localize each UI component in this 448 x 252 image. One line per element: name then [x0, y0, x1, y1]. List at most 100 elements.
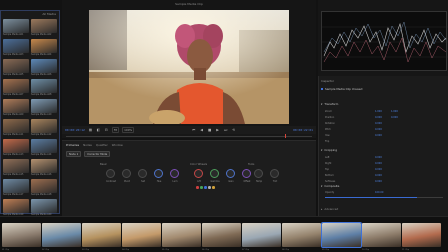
- filmstrip-thumb[interactable]: 10 Clip: [362, 223, 401, 251]
- waveform-graphic: [322, 21, 448, 63]
- media-clip[interactable]: Sample Media A20: [31, 199, 57, 217]
- inspector-row-value[interactable]: 0.000: [375, 168, 382, 171]
- mode-dropdown[interactable]: Corrector Mode: [84, 151, 111, 158]
- scrubber[interactable]: [62, 134, 316, 138]
- fit-dropdown[interactable]: Fit: [111, 127, 120, 133]
- waveform-scope[interactable]: [321, 11, 448, 71]
- color-tab[interactable]: Qualifier: [96, 143, 108, 147]
- adjust-knob[interactable]: [138, 169, 147, 178]
- media-clip[interactable]: Sample Media A01: [3, 19, 29, 37]
- color-tab[interactable]: Window: [112, 143, 123, 147]
- section-cropping[interactable]: ▾ Cropping: [321, 148, 337, 152]
- filmstrip-thumb[interactable]: 07 Clip: [242, 223, 281, 251]
- filmstrip-thumb[interactable]: 11 Clip: [402, 223, 441, 251]
- loop-icon[interactable]: ⟲: [231, 128, 236, 133]
- media-clip[interactable]: Sample Media A06: [31, 59, 57, 77]
- opacity-value[interactable]: 100.00: [375, 191, 383, 194]
- inspector-row-value[interactable]: 0.000: [375, 180, 382, 183]
- section-composite[interactable]: ▾ Composite: [321, 184, 339, 188]
- skip-forward-icon[interactable]: ⏭: [223, 128, 228, 133]
- playhead[interactable]: [285, 134, 286, 138]
- adjust-knob[interactable]: [170, 169, 179, 178]
- timecode-left[interactable]: 00:00:20:12: [65, 128, 85, 132]
- media-clip[interactable]: Sample Media A04: [31, 39, 57, 57]
- media-clip-name: Sample Media A15: [3, 173, 24, 176]
- filmstrip-thumb-name: 11 Clip: [402, 249, 409, 251]
- filmstrip-thumb[interactable]: 02 Clip: [42, 223, 81, 251]
- inspector-row-value[interactable]: 0.000: [375, 128, 382, 131]
- inspector-row-value-2[interactable]: 0.000: [391, 116, 398, 119]
- media-clip[interactable]: Sample Media A09: [3, 99, 29, 117]
- adjust-knob[interactable]: [270, 169, 279, 178]
- grid-icon[interactable]: ▦: [88, 128, 93, 133]
- media-clip[interactable]: Sample Media A14: [31, 139, 57, 157]
- filmstrip-thumb[interactable]: 05 Clip: [162, 223, 201, 251]
- color-tab[interactable]: Primaries: [66, 143, 79, 147]
- inspector-row-label: Bottom: [325, 173, 334, 177]
- inspector-row-label: Flip: [325, 139, 330, 143]
- media-clip[interactable]: Sample Media A02: [31, 19, 57, 37]
- filmstrip-thumb[interactable]: 09 Clip: [321, 222, 362, 251]
- color-tab[interactable]: Nodes: [83, 143, 92, 147]
- opacity-slider[interactable]: [325, 197, 443, 198]
- inspector-row-value[interactable]: 0.000: [375, 156, 382, 159]
- timecode-right[interactable]: 00:00:22:01: [293, 128, 313, 132]
- media-clip[interactable]: Sample Media A07: [3, 79, 29, 97]
- node-dropdown[interactable]: Node 1: [66, 151, 82, 158]
- zoom-dropdown[interactable]: 100%: [122, 127, 135, 133]
- media-clip[interactable]: Sample Media A19: [3, 199, 29, 217]
- inspector-header: Inspector: [321, 79, 335, 83]
- inspector-row-value[interactable]: 1.000: [375, 110, 382, 113]
- filmstrip-thumb[interactable]: 01 Clip: [2, 223, 41, 251]
- media-clip[interactable]: Sample Media A16: [31, 159, 57, 177]
- inspector-row-value[interactable]: 0.000: [375, 134, 382, 137]
- inspector-row: Yaw 0.000: [325, 133, 443, 137]
- inspector-row-value[interactable]: 0.000: [375, 174, 382, 177]
- media-clip[interactable]: Sample Media A03: [3, 39, 29, 57]
- section-advanced[interactable]: ▸ Advanced: [321, 207, 338, 211]
- adjust-knob[interactable]: [242, 169, 251, 178]
- inspector-row-value[interactable]: 0.000: [375, 122, 382, 125]
- yellow-swatch[interactable]: [212, 186, 215, 189]
- viewer-frame[interactable]: [89, 10, 289, 124]
- adjust-knob[interactable]: [226, 169, 235, 178]
- media-clip[interactable]: Sample Media A08: [31, 79, 57, 97]
- skip-back-icon[interactable]: ⏮: [191, 128, 196, 133]
- filmstrip-thumb[interactable]: 06 Clip: [202, 223, 241, 251]
- filmstrip-thumb[interactable]: 08 Clip: [282, 223, 321, 251]
- adjust-knob[interactable]: [254, 169, 263, 178]
- step-back-icon[interactable]: ◀: [199, 128, 204, 133]
- media-clip[interactable]: Sample Media A05: [3, 59, 29, 77]
- media-clip[interactable]: Sample Media A17: [3, 179, 29, 197]
- inspector-row-value[interactable]: 0.000: [375, 162, 382, 165]
- green-swatch[interactable]: [200, 186, 203, 189]
- filmstrip-thumbs: 01 Clip 02 Clip 03 Clip 04 Clip 05 Clip 06 Cl…: [2, 222, 441, 251]
- stop-icon[interactable]: ■: [207, 128, 212, 133]
- media-clip[interactable]: Sample Media A15: [3, 159, 29, 177]
- red-swatch[interactable]: [196, 186, 199, 189]
- filmstrip-thumb[interactable]: 03 Clip: [82, 223, 121, 251]
- play-icon[interactable]: ▶: [215, 128, 220, 133]
- filmstrip-thumb[interactable]: 04 Clip: [122, 223, 161, 251]
- transport-bar: 00:00:20:12 ▦ ◧ ⊟ Fit 100% ⏮ ◀ ■ ▶ ⏭ ⟲ 0…: [62, 126, 316, 134]
- adjust-knob[interactable]: [194, 169, 203, 178]
- inspector-row-value-2[interactable]: 1.000: [391, 110, 398, 113]
- inspector-row-label: Yaw: [325, 133, 330, 137]
- media-clip[interactable]: Sample Media A10: [31, 99, 57, 117]
- blue-swatch[interactable]: [204, 186, 207, 189]
- split-icon[interactable]: ◧: [96, 128, 101, 133]
- media-clip[interactable]: Sample Media A18: [31, 179, 57, 197]
- media-clip[interactable]: Sample Media A11: [3, 119, 29, 137]
- section-transform[interactable]: ▾ Transform: [321, 102, 338, 106]
- adjust-knob[interactable]: [106, 169, 115, 178]
- media-clip[interactable]: Sample Media A13: [3, 139, 29, 157]
- wipe-icon[interactable]: ⊟: [104, 128, 109, 133]
- gray-swatch[interactable]: [208, 186, 211, 189]
- media-clip[interactable]: Sample Media A12: [31, 119, 57, 137]
- adjust-knob[interactable]: [210, 169, 219, 178]
- adjust-knob[interactable]: [122, 169, 131, 178]
- inspector-row-label: Position: [325, 115, 335, 119]
- adjust-knob[interactable]: [154, 169, 163, 178]
- inspector-row: Position 0.000 0.000: [325, 115, 443, 119]
- inspector-row-value[interactable]: 0.000: [375, 116, 382, 119]
